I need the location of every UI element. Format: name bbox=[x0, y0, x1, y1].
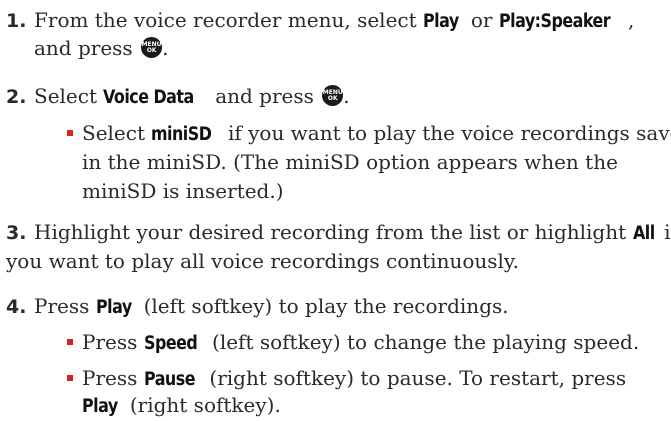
step-number: 2. bbox=[6, 86, 27, 108]
step-number: 3. bbox=[6, 222, 27, 244]
instructions-page: 1. From the voice recorder menu, select … bbox=[0, 0, 671, 420]
all-option: All bbox=[632, 223, 655, 244]
step-number: 4. bbox=[6, 296, 27, 318]
subitem-line-2: in the miniSD. (The miniSD option appear… bbox=[82, 150, 618, 174]
subitem-line-2: Play (right softkey). bbox=[82, 391, 281, 421]
bullet-icon bbox=[67, 130, 73, 136]
play-softkey: Play bbox=[95, 297, 132, 318]
step-1-line-1: From the voice recorder menu, select Pla… bbox=[34, 6, 634, 36]
step-3-line-2: you want to play all voice recordings co… bbox=[6, 249, 519, 273]
voice-data-option: Voice Data bbox=[103, 87, 195, 108]
play-softkey: Play bbox=[82, 396, 118, 417]
step-4-line-1: Press Play (left softkey) to play the re… bbox=[34, 292, 509, 322]
play-option: Play bbox=[423, 11, 459, 32]
play-speaker-option: Play:Speaker bbox=[498, 11, 611, 32]
subitem-line-1: Press Pause (right softkey) to pause. To… bbox=[82, 364, 626, 394]
pause-softkey: Pause bbox=[143, 369, 196, 390]
step-2-line-1: Select Voice Data and press MENU OK. bbox=[34, 82, 350, 112]
subitem-line: Press Speed (left softkey) to change the… bbox=[82, 328, 639, 358]
subitem-line-1: Select miniSD if you want to play the vo… bbox=[82, 119, 671, 149]
bullet-icon bbox=[67, 339, 73, 345]
bullet-icon bbox=[67, 375, 73, 381]
minisd-option: miniSD bbox=[151, 124, 212, 145]
speed-softkey: Speed bbox=[143, 333, 198, 354]
step-number: 1. bbox=[6, 10, 27, 32]
step-3-line-1: Highlight your desired recording from th… bbox=[34, 218, 671, 248]
menu-ok-key-icon: MENU OK bbox=[322, 85, 344, 106]
menu-ok-key-icon: MENU OK bbox=[141, 37, 163, 58]
subitem-line-3: miniSD is inserted.) bbox=[82, 179, 284, 203]
step-1-line-2: and press MENU OK. bbox=[34, 36, 169, 60]
